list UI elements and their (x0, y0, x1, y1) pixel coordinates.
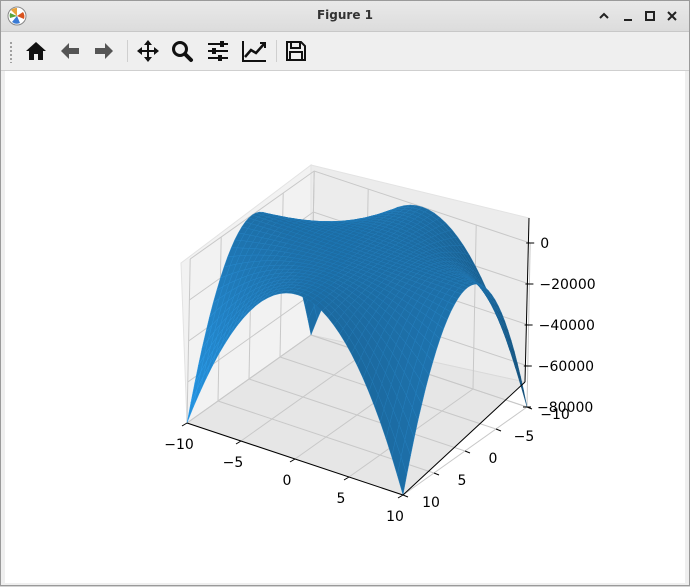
forward-button[interactable] (89, 37, 119, 65)
y-tick-mark (496, 429, 501, 431)
figure-canvas[interactable]: −10−50510 −10−50510 0−20000−40000−60000−… (5, 71, 685, 583)
z-tick-label: 0 (540, 236, 549, 252)
arrow-right-icon (92, 39, 116, 63)
z-tick-label: −40000 (539, 318, 595, 334)
window-title: Figure 1 (1, 8, 689, 22)
x-tick-label: 0 (283, 473, 292, 489)
x-tick-label: −10 (164, 437, 194, 453)
x-tick-mark (398, 495, 403, 498)
minimize-button[interactable] (595, 7, 613, 25)
y-tick-label: 5 (458, 473, 467, 489)
title-bar[interactable]: Figure 1 (1, 1, 689, 32)
y-tick-label: −5 (514, 429, 535, 445)
zoom-button[interactable] (167, 37, 197, 65)
minimize-icon (622, 10, 634, 22)
z-ticks: 0 −20000 −40000 −60000 −80000 (523, 236, 596, 416)
x-tick-mark (182, 423, 187, 426)
arrow-left-icon (58, 39, 82, 63)
toolbar-separator (276, 40, 277, 62)
configure-subplots-button[interactable] (203, 37, 233, 65)
y-tick-label: 10 (422, 495, 440, 511)
close-icon (666, 10, 678, 22)
y-tick-mark (403, 495, 408, 497)
surface-plot-3d[interactable]: −10−50510 −10−50510 0−20000−40000−60000−… (5, 71, 685, 583)
save-icon (285, 40, 307, 62)
x-tick-mark (290, 459, 295, 462)
home-icon (24, 39, 48, 63)
x-tick-mark (236, 441, 241, 444)
toolbar-separator (127, 40, 128, 62)
x-tick-mark (344, 477, 349, 480)
y-tick-mark (465, 451, 470, 453)
z-tick-label: −80000 (537, 400, 593, 416)
home-button[interactable] (21, 37, 51, 65)
move-icon (136, 39, 160, 63)
figure-window: Figure 1 (0, 0, 690, 586)
sliders-icon (206, 39, 230, 63)
y-tick-label: 0 (489, 451, 498, 467)
save-button[interactable] (281, 37, 311, 65)
edit-axis-button[interactable] (239, 37, 269, 65)
toolbar-grip[interactable] (9, 41, 13, 63)
y-tick-mark (434, 473, 439, 475)
close-button[interactable] (663, 7, 681, 25)
navigation-toolbar (1, 32, 689, 71)
x-tick-label: −5 (223, 455, 244, 471)
maximize-button[interactable] (641, 7, 659, 25)
pan-button[interactable] (133, 37, 163, 65)
z-tick-label: −60000 (538, 359, 594, 375)
line-chart-icon (241, 39, 267, 63)
maximize-icon (644, 10, 656, 22)
x-tick-label: 10 (386, 509, 404, 525)
minimize-window-button[interactable] (619, 7, 637, 25)
back-button[interactable] (55, 37, 85, 65)
zoom-icon (170, 39, 194, 63)
z-tick-label: −20000 (539, 277, 595, 293)
chevron-up-icon (598, 10, 610, 22)
x-tick-label: 5 (337, 491, 346, 507)
